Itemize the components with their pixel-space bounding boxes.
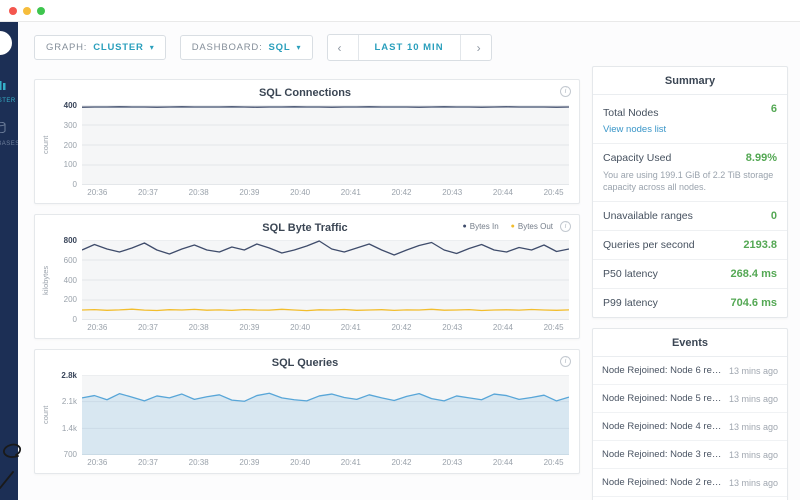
time-prev-button[interactable]: ‹ [328,35,352,60]
info-icon[interactable]: i [560,221,571,232]
chevron-down-icon: ▾ [296,43,301,52]
event-time: 13 mins ago [728,477,778,488]
chart-legend: ● Bytes In ● Bytes Out [463,222,554,231]
event-message: Node Rejoined: Node 4 rejoined [602,421,723,433]
time-next-button[interactable]: › [467,35,491,60]
dashboard-dropdown-label: DASHBOARD: [191,42,263,53]
event-row: Node Rejoined: Node 5 rejoined 13 mins ag… [593,385,787,414]
event-message: Node Rejoined: Node 3 rejoined [602,449,723,461]
summary-title: Summary [593,67,787,95]
sidebar-item-cluster[interactable]: CLUSTER [0,69,18,112]
x-axis-ticks: 20:36 20:37 20:38 20:39 20:40 20:41 20:42 20:43… [87,187,564,197]
view-nodes-list-link[interactable]: View nodes list [603,124,666,135]
event-message: Node Rejoined: Node 5 rejoined [602,393,723,405]
right-panel: Summary Total Nodes View nodes list 6 Ca… [592,34,788,500]
chart-title: SQL Queries [271,357,339,369]
x-axis-ticks: 20:36 20:37 20:38 20:39 20:40 20:41 20:42 20:43… [87,322,564,332]
y-axis-label: count [41,135,50,155]
legend-label: Bytes In [469,222,499,231]
legend-dot-icon: ● [510,223,515,230]
event-time: 13 mins ago [728,365,778,376]
summary-row-queries-per-second: Queries per second 2193.8 [593,231,787,261]
summary-label: Unavailable ranges [603,210,693,223]
summary-value: 0 [770,210,777,223]
legend-label: Bytes Out [517,222,553,231]
events-title: Events [593,329,787,358]
y-axis-ticks: 800 600 400 200 0 [63,236,77,324]
cluster-icon [0,77,6,95]
event-row: Node Rejoined: Node 3 rejoined 13 mins ag… [593,441,787,470]
window-titlebar [0,0,800,22]
y-axis-label: kilobytes [41,265,50,295]
main-content: GRAPH: CLUSTER ▾ DASHBOARD: SQL ▾ ‹ LAST… [18,22,800,500]
info-icon[interactable]: i [560,86,571,97]
summary-value: 8.99% [745,152,777,164]
y-axis-ticks: 2.8k 2.1k 1.4k 700 [61,371,77,459]
event-row: Node Rejoined: Node 6 rejoined 13 mins ag… [593,357,787,386]
plot-area[interactable] [82,375,569,455]
dashboard-toolbar: GRAPH: CLUSTER ▾ DASHBOARD: SQL ▾ ‹ LAST… [34,34,580,61]
time-window-selector: ‹ LAST 10 MIN › [326,34,492,61]
graph-dropdown[interactable]: GRAPH: CLUSTER ▾ [34,35,166,60]
x-axis-ticks: 20:36 20:37 20:38 20:39 20:40 20:41 20:42 20:43… [87,457,564,467]
event-time: 13 mins ago [728,393,778,404]
event-message: Node Rejoined: Node 6 rejoined [602,365,723,377]
summary-panel: Summary Total Nodes View nodes list 6 Ca… [592,66,788,319]
plot-area[interactable] [82,240,569,320]
summary-row-total-nodes: Total Nodes View nodes list 6 [593,95,787,144]
legend-dot-icon: ● [462,223,467,230]
legend-item-bytes-in: ● Bytes In [463,222,499,231]
legend-item-bytes-out: ● Bytes Out [511,222,553,231]
database-icon [0,120,6,138]
sidebar: CLUSTER DATABASES [0,22,18,500]
sidebar-item-databases[interactable]: DATABASES [0,112,18,155]
dashboard-dropdown-value: SQL [268,42,291,53]
dashboard-dropdown[interactable]: DASHBOARD: SQL ▾ [179,35,313,60]
event-time: 13 mins ago [728,449,778,460]
graph-dropdown-value: CLUSTER [93,42,144,53]
cockroach-logo[interactable] [0,31,12,55]
window-close-button[interactable] [9,6,17,15]
window-minimize-button[interactable] [23,6,31,15]
summary-row-unavailable-ranges: Unavailable ranges 0 [593,202,787,232]
chart-title: SQL Connections [258,87,352,99]
summary-value: 268.4 ms [730,268,777,281]
summary-label: Total Nodes [603,107,659,119]
summary-value: 2193.8 [743,239,777,252]
summary-row-p99-latency: P99 latency 704.6 ms [593,289,787,317]
info-icon[interactable]: i [560,356,571,367]
summary-value: 704.6 ms [730,297,777,310]
chevron-down-icon: ▾ [149,43,154,52]
events-panel: Events Node Rejoined: Node 6 rejoined 13 … [592,328,788,500]
event-row: Node Rejoined: Node 4 rejoined 13 mins ag… [593,413,787,442]
event-message: Node Rejoined: Node 2 rejoined [602,477,723,489]
summary-label: Capacity Used [603,152,672,164]
window-zoom-button[interactable] [37,6,45,15]
summary-row-p50-latency: P50 latency 268.4 ms [593,260,787,290]
y-axis-ticks: 400 300 200 100 0 [63,101,77,189]
events-list: Node Rejoined: Node 6 rejoined 13 mins ag… [593,357,787,500]
summary-label: P50 latency [603,268,658,281]
summary-label: P99 latency [603,297,658,310]
app-window: CLUSTER DATABASES GRAPH: CLUSTER ▾ DASHB… [0,22,800,500]
summary-label: Queries per second [603,239,695,252]
time-range-label[interactable]: LAST 10 MIN [357,35,461,60]
summary-row-capacity-used: Capacity Used 8.99% [593,144,787,172]
event-row: Node Rejoined: Node 2 rejoined 13 mins ag… [593,469,787,498]
graph-dropdown-label: GRAPH: [46,42,88,53]
y-axis-label: count [41,405,50,425]
sidebar-item-label: DATABASES [0,141,18,147]
summary-value: 6 [770,103,777,115]
sidebar-item-label: CLUSTER [0,98,16,104]
chart-sql-byte-traffic: SQL Byte Traffic i ● Bytes In ● Bytes Ou… [34,214,580,339]
event-time: 13 mins ago [728,421,778,432]
chart-sql-queries: SQL Queries i count 2.8k 2.1k 1.4k 700 20:3… [34,349,580,474]
capacity-note: You are using 199.1 GiB of 2.2 TiB stora… [593,169,787,203]
chart-sql-connections: SQL Connections i count 400 300 200 100 0 20… [34,79,580,204]
plot-area[interactable] [82,105,569,185]
